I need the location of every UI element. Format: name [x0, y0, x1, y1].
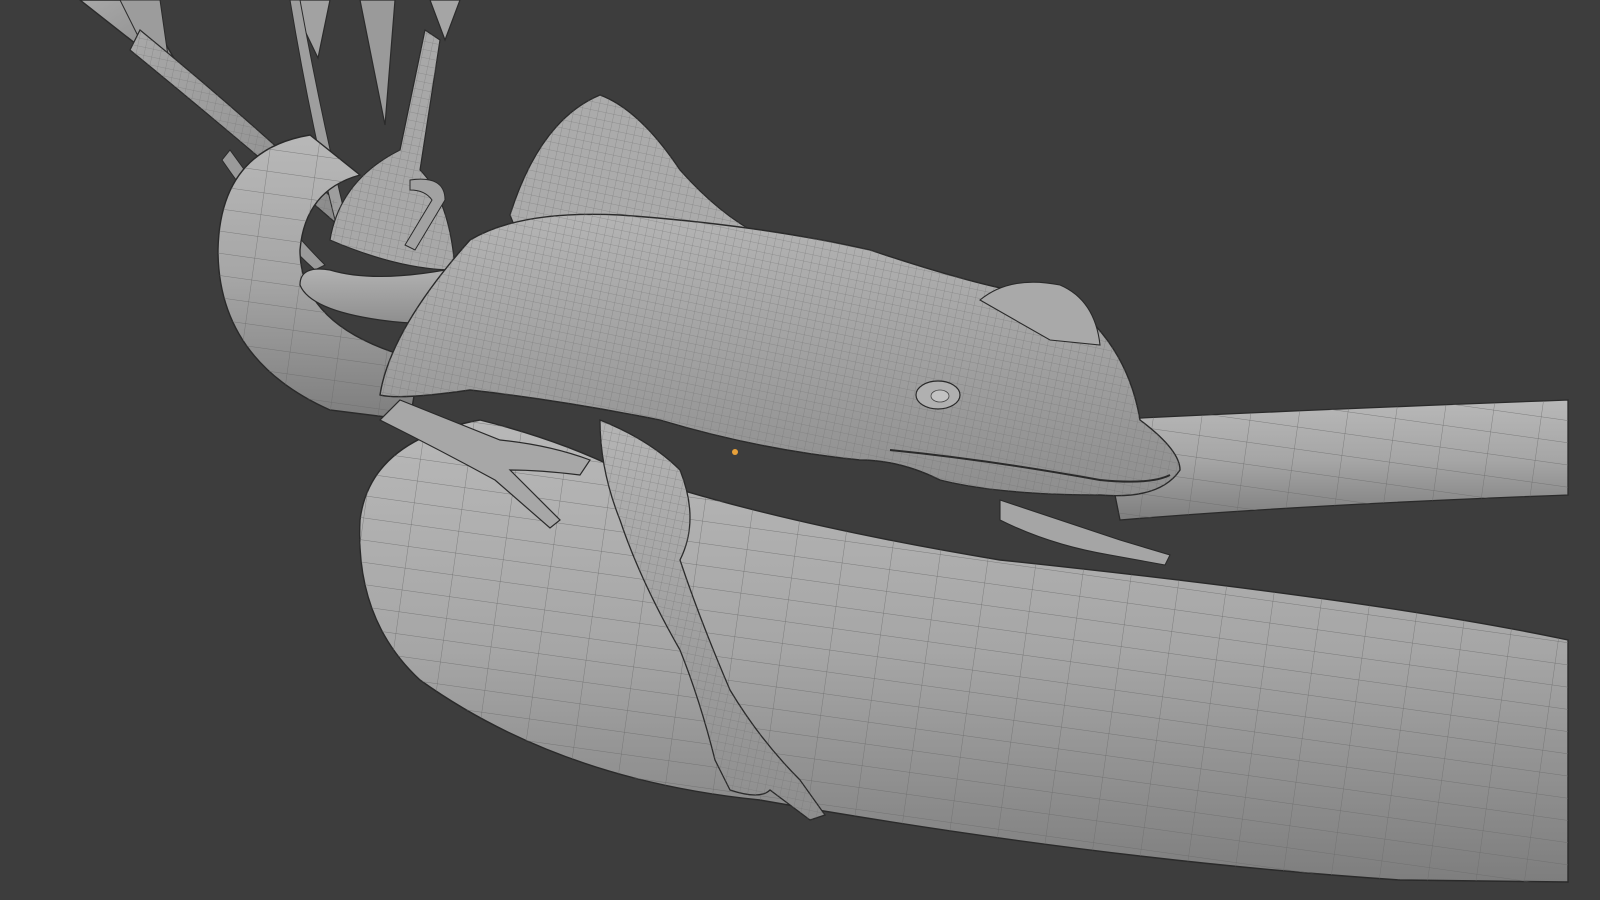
3d-viewport[interactable] — [0, 0, 1600, 900]
viewport-scene[interactable] — [0, 0, 1600, 900]
origin-marker-icon — [732, 449, 738, 455]
